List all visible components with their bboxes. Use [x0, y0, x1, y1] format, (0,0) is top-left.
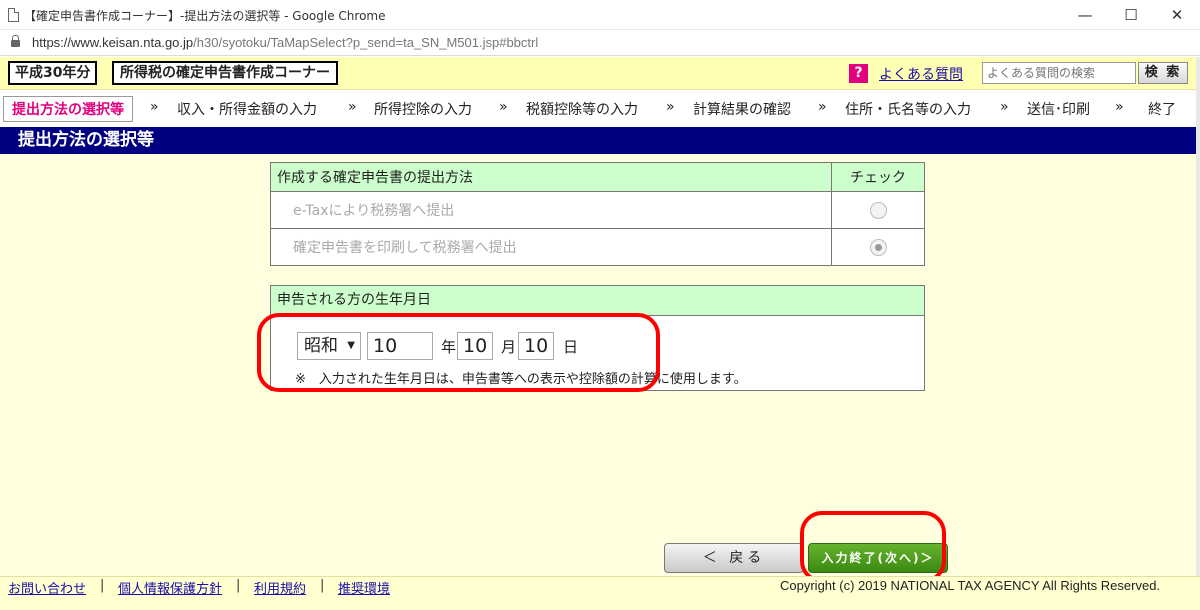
- submission-method-header: 作成する確定申告書の提出方法: [270, 162, 832, 192]
- faq-search-button[interactable]: 検 索: [1138, 62, 1188, 84]
- step-results: 計算結果の確認: [693, 102, 791, 118]
- birthdate-highlight: [257, 313, 660, 392]
- faq-link[interactable]: よくある質問: [879, 64, 963, 84]
- window-title: 【確定申告書作成コーナー】-提出方法の選択等 - Google Chrome: [24, 9, 386, 23]
- footer-contact-link[interactable]: お問い合わせ: [8, 578, 86, 597]
- url-text[interactable]: https://www.keisan.nta.go.jp/h30/syotoku…: [32, 35, 538, 50]
- step-separator: »: [666, 99, 675, 115]
- footer-divider: |: [100, 578, 105, 593]
- check-column-header: チェック: [831, 162, 925, 192]
- step-income: 収入・所得金額の入力: [177, 102, 317, 118]
- maximize-button[interactable]: ☐: [1108, 0, 1154, 30]
- step-separator: »: [348, 99, 357, 115]
- footer-environment-link[interactable]: 推奨環境: [338, 578, 390, 597]
- site-header: 平成30年分 所得税の確定申告書作成コーナー ? よくある質問 検 索: [0, 57, 1200, 90]
- step-separator: »: [499, 99, 508, 115]
- etax-radio[interactable]: [869, 201, 887, 219]
- lock-icon: [11, 35, 20, 47]
- submission-option-etax: e-Taxにより税務署へ提出: [270, 191, 925, 229]
- step-tax-credits: 税額控除等の入力: [526, 102, 638, 118]
- scrollbar[interactable]: [1196, 57, 1200, 576]
- page-title: 提出方法の選択等: [0, 127, 1200, 154]
- option-label: 確定申告書を印刷して税務署へ提出: [270, 228, 832, 266]
- browser-title-bar: 【確定申告書作成コーナー】-提出方法の選択等 - Google Chrome —…: [0, 0, 1200, 30]
- url-path: /h30/syotoku/TaMapSelect?p_send=ta_SN_M5…: [193, 35, 539, 50]
- step-separator: »: [150, 99, 159, 115]
- close-button[interactable]: ✕: [1154, 0, 1200, 30]
- step-separator: »: [1000, 99, 1009, 115]
- option-label: e-Taxにより税務署へ提出: [270, 191, 832, 229]
- tax-year-label: 平成30年分: [8, 61, 98, 85]
- minimize-button[interactable]: —: [1062, 0, 1108, 30]
- step-deductions: 所得控除の入力: [374, 102, 472, 118]
- faq-search-input[interactable]: [982, 62, 1136, 84]
- copyright-text: Copyright (c) 2019 NATIONAL TAX AGENCY A…: [780, 578, 1161, 593]
- document-icon: [8, 8, 19, 22]
- option-cell: [831, 228, 925, 266]
- footer-divider: |: [320, 578, 325, 593]
- footer-divider: |: [236, 578, 241, 593]
- step-navigation: 提出方法の選択等 » 収入・所得金額の入力 » 所得控除の入力 » 税額控除等の…: [0, 91, 1200, 125]
- corner-title: 所得税の確定申告書作成コーナー: [112, 61, 338, 85]
- footer-terms-link[interactable]: 利用規約: [254, 578, 306, 597]
- print-radio[interactable]: [869, 238, 887, 256]
- step-finish: 終了: [1148, 102, 1176, 118]
- footer-privacy-link[interactable]: 個人情報保護方針: [118, 578, 222, 597]
- footer: お問い合わせ | 個人情報保護方針 | 利用規約 | 推奨環境 Copyrigh…: [0, 576, 1200, 610]
- submission-method-table: 作成する確定申告書の提出方法 チェック e-Taxにより税務署へ提出 確定申告書…: [270, 162, 925, 266]
- address-bar[interactable]: https://www.keisan.nta.go.jp/h30/syotoku…: [0, 30, 1200, 56]
- step-send-print: 送信･印刷: [1027, 102, 1090, 118]
- step-submission-method: 提出方法の選択等: [3, 96, 133, 122]
- birthdate-header: 申告される方の生年月日: [271, 286, 924, 316]
- help-icon[interactable]: ?: [849, 64, 868, 83]
- back-button[interactable]: ＜ 戻る: [664, 543, 804, 573]
- step-separator: »: [818, 99, 827, 115]
- step-address-name: 住所・氏名等の入力: [845, 102, 971, 118]
- step-separator: »: [1115, 99, 1124, 115]
- option-cell: [831, 191, 925, 229]
- submission-option-print: 確定申告書を印刷して税務署へ提出: [270, 228, 925, 266]
- url-host: https://www.keisan.nta.go.jp: [32, 35, 194, 50]
- next-button-highlight: [800, 511, 946, 583]
